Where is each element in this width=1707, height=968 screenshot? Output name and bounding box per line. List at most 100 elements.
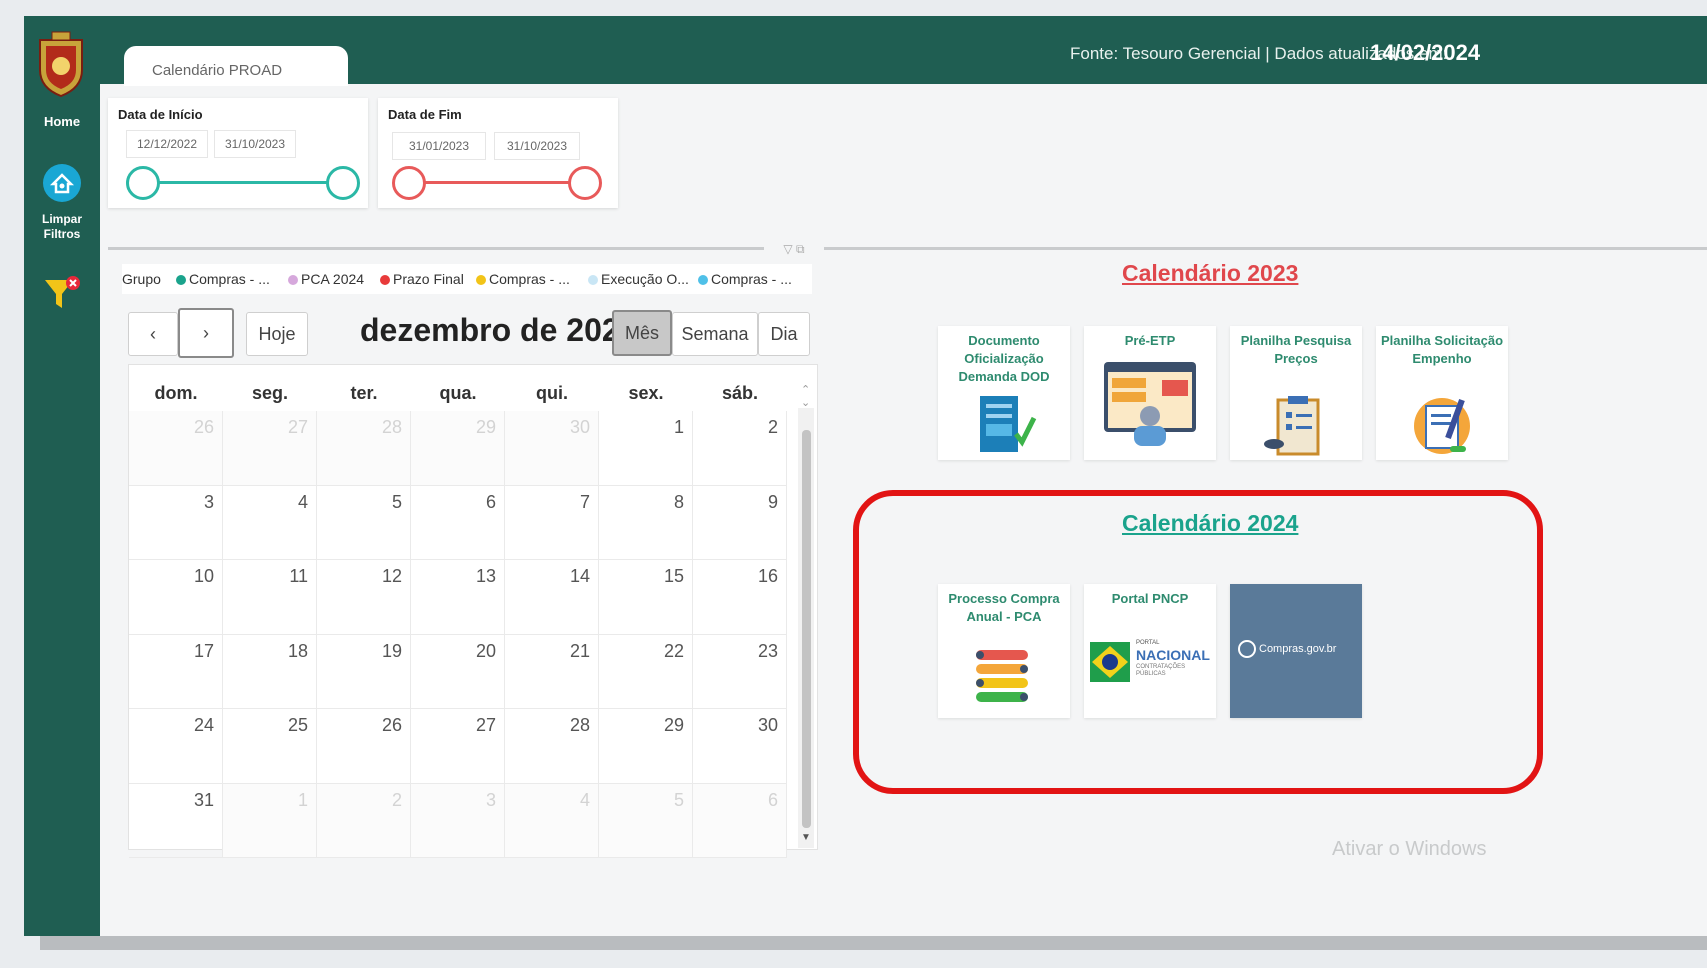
tile-label: Processo Compra Anual - PCA [948, 591, 1060, 624]
next-month-button[interactable]: › [178, 308, 234, 358]
scroll-down-icon[interactable]: ▼ [801, 832, 811, 843]
day-number: 25 [287, 715, 308, 735]
calendar-day-cell[interactable]: 3 [129, 485, 223, 560]
legend-item[interactable]: PCA 2024 [288, 271, 364, 287]
day-number: 18 [287, 640, 308, 661]
today-button[interactable]: Hoje [246, 312, 308, 356]
calendar-day-cell[interactable]: 21 [505, 634, 599, 709]
calendar-day-cell[interactable]: 3 [411, 783, 505, 858]
home-icon[interactable] [43, 164, 81, 202]
calendar-day-cell[interactable]: 26 [129, 411, 223, 486]
scrollbar-thumb[interactable] [802, 430, 811, 828]
calendar-day-cell[interactable]: 7 [505, 485, 599, 560]
calendar-day-cell[interactable]: 12 [317, 560, 411, 635]
prev-month-button[interactable]: ‹ [128, 312, 178, 356]
calendar-2023-title[interactable]: Calendário 2023 [1122, 260, 1298, 287]
end-date-slider-right-handle[interactable] [568, 166, 602, 200]
frame-shadow [40, 936, 1707, 950]
day-number: 13 [475, 566, 496, 586]
calendar-day-cell[interactable]: 8 [599, 485, 693, 560]
day-number: 14 [569, 566, 590, 586]
start-date-slider-right-handle[interactable] [326, 166, 360, 200]
legend-dot [476, 275, 486, 285]
calendar-day-cell[interactable]: 19 [317, 634, 411, 709]
calendar-day-cell[interactable]: 25 [223, 709, 317, 784]
calendar-day-cell[interactable]: 28 [505, 709, 599, 784]
day-number: 5 [391, 491, 402, 512]
tile-pre-etp[interactable]: Pré-ETP [1084, 326, 1216, 460]
legend-dot [588, 275, 598, 285]
calendar-day-cell[interactable]: 27 [223, 411, 317, 486]
day-number: 23 [757, 640, 778, 661]
legend-item[interactable]: Compras - ... [476, 271, 570, 287]
day-number: 15 [663, 566, 684, 586]
calendar-day-cell[interactable]: 27 [411, 709, 505, 784]
calendar-day-cell[interactable]: 26 [317, 709, 411, 784]
calendar-day-cell[interactable]: 4 [505, 783, 599, 858]
day-number: 26 [193, 417, 214, 437]
calendar-day-cell[interactable]: 29 [411, 411, 505, 486]
compras-gov-circle-icon [1238, 640, 1256, 658]
tab-calendario-proad[interactable]: Calendário PROAD [124, 46, 348, 86]
tile-compras-gov[interactable]: Compras.gov.br [1230, 584, 1362, 718]
tile-processo-compra-anual-pca[interactable]: Processo Compra Anual - PCA [938, 584, 1070, 718]
end-date-to[interactable]: 31/10/2023 [494, 132, 580, 160]
day-number: 27 [475, 715, 496, 735]
tile-planilha-pesquisa-precos[interactable]: Planilha Pesquisa Preços [1230, 326, 1362, 460]
calendar-day-cell[interactable]: 2 [317, 783, 411, 858]
calendar-day-cell[interactable]: 29 [599, 709, 693, 784]
calendar-legend: Grupo Compras - ... PCA 2024 Prazo Final… [122, 264, 812, 294]
legend-item[interactable]: Compras - ... [176, 271, 270, 287]
end-date-slider-left-handle[interactable] [392, 166, 426, 200]
calendar-day-cell[interactable]: 16 [693, 560, 787, 635]
calendar-day-cell[interactable]: 1 [223, 783, 317, 858]
view-day-button[interactable]: Dia [758, 312, 810, 356]
start-date-slider-left-handle[interactable] [126, 166, 160, 200]
tile-planilha-solicitacao-empenho[interactable]: Planilha Solicitação Empenho [1376, 326, 1508, 460]
calendar-day-cell[interactable]: 6 [411, 485, 505, 560]
calendar-day-cell[interactable]: 14 [505, 560, 599, 635]
view-week-button[interactable]: Semana [672, 312, 758, 356]
legend-item[interactable]: Prazo Final [380, 271, 464, 287]
calendar-day-cell[interactable]: 6 [693, 783, 787, 858]
calendar-2024-title[interactable]: Calendário 2024 [1122, 510, 1298, 537]
calendar-day-cell[interactable]: 4 [223, 485, 317, 560]
calendar-day-cell[interactable]: 5 [599, 783, 693, 858]
calendar-scrollbar[interactable]: ▼ [798, 408, 814, 848]
calendar-day-cell[interactable]: 5 [317, 485, 411, 560]
calendar-day-cell[interactable]: 23 [693, 634, 787, 709]
legend-item[interactable]: Compras - ... [698, 271, 792, 287]
day-number: 29 [663, 715, 684, 735]
start-date-to[interactable]: 31/10/2023 [214, 130, 296, 158]
start-date-from[interactable]: 12/12/2022 [126, 130, 208, 158]
calendar-day-cell[interactable]: 11 [223, 560, 317, 635]
calendar-day-cell[interactable]: 1 [599, 411, 693, 486]
view-month-button[interactable]: Mês [612, 310, 672, 356]
day-number: 4 [297, 491, 308, 512]
calendar-day-cell[interactable]: 17 [129, 634, 223, 709]
calendar-day-cell[interactable]: 30 [693, 709, 787, 784]
legend-item[interactable]: Execução O... [588, 271, 689, 287]
calendar-day-cell[interactable]: 24 [129, 709, 223, 784]
calendar-day-cell[interactable]: 18 [223, 634, 317, 709]
tile-documento-dod[interactable]: Documento Oficialização Demanda DOD [938, 326, 1070, 460]
calendar-day-cell[interactable]: 22 [599, 634, 693, 709]
home-label: Home [43, 114, 81, 129]
scroll-up-icon[interactable]: ⌃ ⌄ [801, 383, 810, 409]
calendar-day-cell[interactable]: 13 [411, 560, 505, 635]
end-date-from[interactable]: 31/01/2023 [392, 132, 486, 160]
calendar-day-cell[interactable]: 20 [411, 634, 505, 709]
pncp-logo-small: PORTAL [1136, 640, 1160, 646]
filter-clear-icon[interactable] [43, 274, 83, 314]
calendar-day-cell[interactable]: 9 [693, 485, 787, 560]
calendar-day-cell[interactable]: 15 [599, 560, 693, 635]
calendar-day-cell[interactable]: 28 [317, 411, 411, 486]
start-date-filter: Data de Início 12/12/2022 31/10/2023 [108, 98, 368, 208]
calendar-day-cell[interactable]: 2 [693, 411, 787, 486]
calendar-day-cell[interactable]: 10 [129, 560, 223, 635]
day-number: 17 [193, 640, 214, 661]
tile-portal-pncp[interactable]: Portal PNCP PORTAL NACIONAL CONTRATAÇÕES… [1084, 584, 1216, 718]
calendar-day-cell[interactable]: 31 [129, 783, 223, 858]
calendar-day-cell[interactable]: 30 [505, 411, 599, 486]
visual-header-icons[interactable]: ▽ ⧉ [764, 242, 824, 256]
